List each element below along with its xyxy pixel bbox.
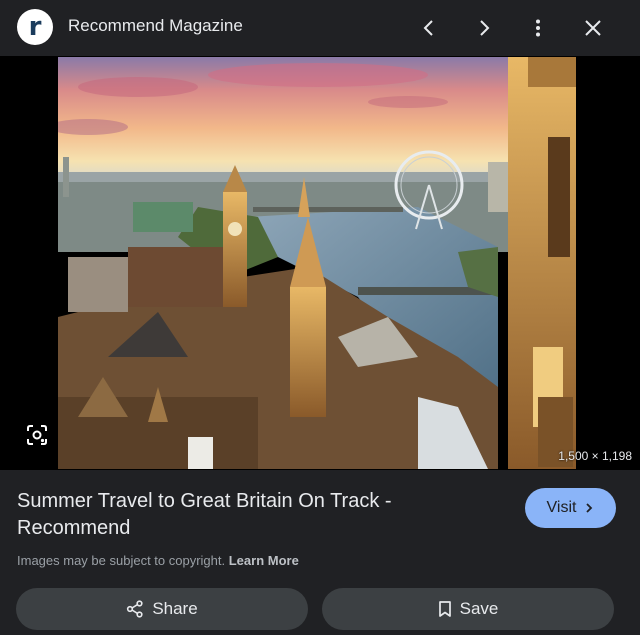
share-label: Share xyxy=(152,599,198,618)
copyright-notice: Images may be subject to copyright. Lear… xyxy=(17,553,299,568)
chevron-left-icon[interactable] xyxy=(412,11,446,45)
learn-more-link[interactable]: Learn More xyxy=(229,553,299,568)
visit-label: Visit xyxy=(546,499,577,516)
top-bar: r Recommend Magazine xyxy=(0,0,640,56)
chevron-right-icon[interactable] xyxy=(467,11,501,45)
site-logo-letter: r xyxy=(28,12,42,42)
close-icon[interactable] xyxy=(576,11,610,45)
bookmark-icon xyxy=(438,601,451,617)
visit-button[interactable]: Visit xyxy=(525,488,616,528)
info-panel: Summer Travel to Great Britain On Track … xyxy=(0,470,640,635)
site-logo[interactable]: r xyxy=(17,9,53,45)
site-title[interactable]: Recommend Magazine xyxy=(68,16,243,36)
preview-image[interactable] xyxy=(58,57,576,469)
chevron-right-small-icon xyxy=(586,503,593,513)
more-vert-icon[interactable] xyxy=(521,11,555,45)
copyright-text: Images may be subject to copyright. xyxy=(17,553,226,568)
save-button[interactable]: Save xyxy=(322,588,614,630)
result-title[interactable]: Summer Travel to Great Britain On Track … xyxy=(17,488,477,542)
share-button[interactable]: Share xyxy=(16,588,308,630)
image-viewer: 1,500 × 1,198 xyxy=(0,56,640,470)
save-label: Save xyxy=(459,599,499,618)
image-dimensions: 1,500 × 1,198 xyxy=(558,449,632,463)
google-lens-icon[interactable] xyxy=(20,418,54,452)
share-icon xyxy=(127,600,143,618)
